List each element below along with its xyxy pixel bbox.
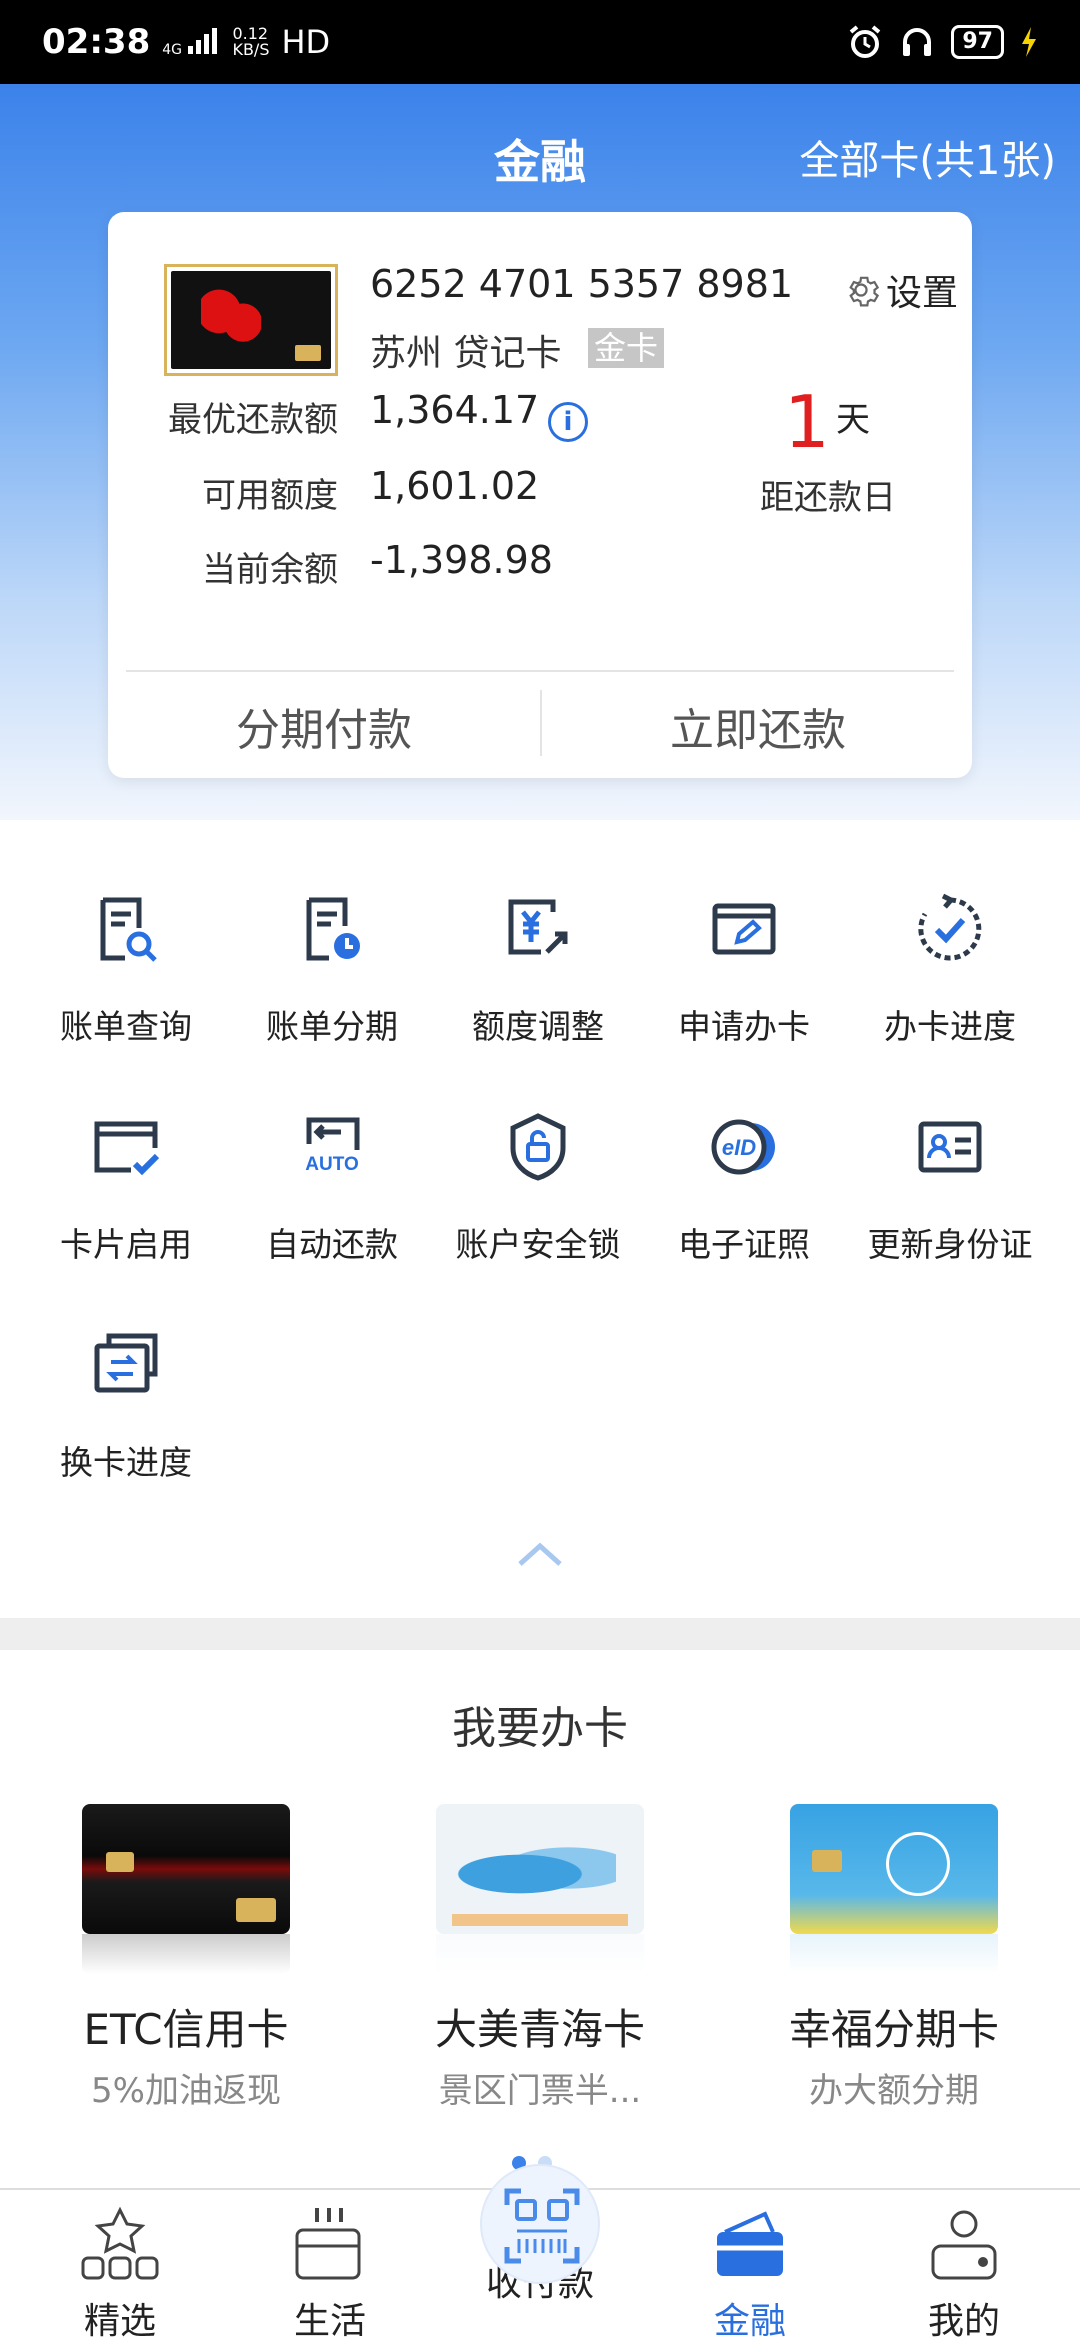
grid-item-update-id[interactable]: 更新身份证 (842, 1070, 1058, 1270)
hd-indicator: HD (281, 23, 331, 61)
available-credit-label: 可用额度 (202, 476, 338, 516)
svg-text:eID: eID (722, 1135, 756, 1160)
grid-item-eid[interactable]: eID 电子证照 (636, 1070, 852, 1270)
card-activate-icon (94, 1121, 160, 1176)
apply-card-icon (712, 903, 776, 955)
credit-card-panel: 6252 4701 5357 8981 苏州 贷记卡 金卡 设置 最优还款额 1… (108, 212, 972, 778)
nav-label: 精选 (83, 2301, 156, 2340)
nav-label: 生活 (293, 2301, 366, 2340)
apply-card-name: ETC信用卡 (83, 2005, 289, 2054)
days-until-due-number: 1 (784, 380, 830, 464)
nav-label: 金融 (713, 2301, 786, 2340)
coffee-cup-icon (295, 2208, 361, 2280)
grid-label: 账单查询 (60, 1007, 192, 1046)
etc-card-image (82, 1804, 290, 1934)
grid-item-bill-installment[interactable]: 账单分期 (224, 852, 440, 1052)
repay-now-button[interactable]: 立即还款 (542, 696, 974, 766)
eid-icon: eID (711, 1119, 775, 1175)
grid-label: 电子证照 (678, 1225, 810, 1264)
signal-icon: 4G (162, 27, 220, 57)
battery-icon: 97 (951, 25, 1004, 59)
apply-card-qinghai[interactable]: 大美青海卡 景区门票半... (410, 1804, 670, 2112)
qinghai-card-image (436, 1804, 644, 1934)
divider (126, 670, 954, 672)
card-thumbnail[interactable] (164, 264, 338, 376)
grid-label: 申请办卡 (678, 1007, 810, 1046)
available-credit-value: 1,601.02 (370, 464, 540, 508)
grid-item-auto-repay[interactable]: AUTO 自动还款 (224, 1070, 440, 1270)
credit-limit-icon (508, 899, 568, 955)
bill-installment-icon (306, 897, 360, 961)
grid-label: 账户安全锁 (455, 1225, 621, 1264)
star-icon (81, 2206, 159, 2280)
days-until-due-label: 距还款日 (760, 478, 896, 518)
days-unit: 天 (836, 400, 870, 440)
info-icon[interactable]: i (548, 402, 588, 442)
id-card-icon (918, 1121, 982, 1173)
card-level-badge: 金卡 (588, 328, 665, 368)
card-exchange-icon (94, 1333, 158, 1393)
security-lock-icon (510, 1113, 566, 1181)
apply-section-title: 我要办卡 (452, 1703, 628, 1754)
card-bank-type: 苏州 贷记卡 (370, 333, 562, 374)
current-balance-value: -1,398.98 (370, 538, 553, 582)
apply-card-happiness[interactable]: 幸福分期卡 办大额分期 (764, 1804, 1024, 2112)
apply-card-desc: 办大额分期 (809, 2071, 979, 2111)
grid-label: 更新身份证 (867, 1225, 1033, 1264)
grid-item-apply-card[interactable]: 申请办卡 (636, 852, 852, 1052)
headset-icon (903, 28, 932, 56)
current-balance-label: 当前余额 (202, 550, 338, 590)
grid-item-card-exchange[interactable]: 换卡进度 (18, 1288, 234, 1488)
apply-card-name: 幸福分期卡 (788, 2005, 999, 2054)
grid-item-credit-limit[interactable]: 额度调整 (430, 852, 646, 1052)
grid-label: 额度调整 (472, 1007, 604, 1046)
bill-search-icon (100, 897, 157, 962)
svg-text:AUTO: AUTO (305, 1154, 358, 1175)
auto-repay-icon: AUTO (305, 1117, 360, 1175)
grid-item-bill-query[interactable]: 账单查询 (18, 852, 234, 1052)
settings-button[interactable]: 设置 (842, 264, 958, 316)
grid-label: 卡片启用 (60, 1225, 192, 1264)
grid-item-card-progress[interactable]: 办卡进度 (842, 852, 1058, 1052)
best-repay-value: 1,364.17 (370, 388, 540, 432)
grid-label: 自动还款 (266, 1225, 398, 1264)
charging-icon (1022, 27, 1036, 57)
card-wallet-icon (717, 2211, 783, 2276)
nav-featured[interactable]: 精选 (12, 2190, 228, 2340)
happiness-card-image (790, 1804, 998, 1934)
alarm-icon (850, 25, 881, 58)
card-image (171, 271, 331, 369)
section-divider (0, 1618, 1080, 1650)
apply-card-etc[interactable]: ETC信用卡 5%加油返现 (56, 1804, 316, 2112)
grid-label: 办卡进度 (884, 1007, 1016, 1046)
nav-life[interactable]: 生活 (222, 2190, 438, 2340)
apply-card-desc: 5%加油返现 (91, 2071, 281, 2111)
net-speed: 0.12 KB/S (232, 24, 270, 59)
best-repay-label: 最优还款额 (168, 400, 338, 440)
apply-card-desc: 景区门票半... (438, 2071, 642, 2111)
user-icon (931, 2210, 997, 2280)
settings-label: 设置 (885, 273, 958, 314)
installment-payment-button[interactable]: 分期付款 (108, 696, 540, 766)
collapse-arrow-icon[interactable] (516, 1538, 564, 1568)
all-cards-link[interactable]: 全部卡(共1张) (799, 128, 1056, 186)
nav-mine[interactable]: 我的 (856, 2190, 1072, 2340)
status-bar: 02:38 4G 0.12 KB/S HD 97 (0, 0, 1080, 84)
apply-card-name: 大美青海卡 (434, 2005, 645, 2054)
status-left: 02:38 4G 0.12 KB/S HD (42, 22, 330, 62)
gear-icon (849, 276, 880, 307)
scan-code-icon (504, 2188, 580, 2264)
card-progress-icon (918, 893, 982, 961)
card-number: 6252 4701 5357 8981 (370, 262, 794, 306)
grid-item-security-lock[interactable]: 账户安全锁 (430, 1070, 646, 1270)
clock: 02:38 (42, 22, 151, 62)
status-right: 97 (847, 24, 1038, 60)
grid-label: 换卡进度 (60, 1443, 192, 1482)
scan-pay-button[interactable] (480, 2164, 600, 2284)
nav-finance[interactable]: 金融 (642, 2190, 858, 2340)
grid-item-card-activate[interactable]: 卡片启用 (18, 1070, 234, 1270)
nav-label: 我的 (927, 2301, 1000, 2340)
grid-label: 账单分期 (266, 1007, 398, 1046)
